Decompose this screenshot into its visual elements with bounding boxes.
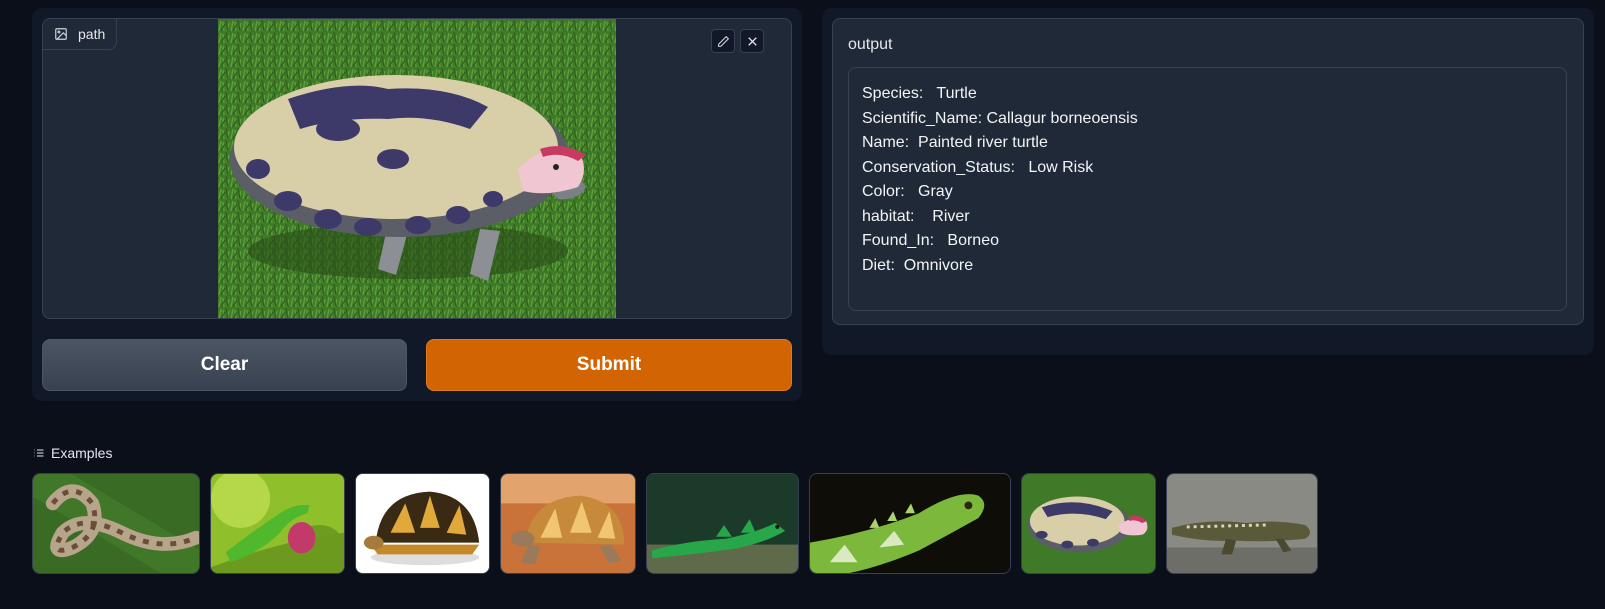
output-textbox[interactable]: Species: Turtle Scientific_Name: Callagu… (848, 67, 1567, 311)
example-iguana[interactable] (809, 473, 1011, 574)
star-tortoise-thumbnail (356, 474, 489, 573)
output-line-species: Species: Turtle (862, 85, 977, 102)
image-label: path (43, 19, 118, 50)
example-star-tortoise[interactable] (355, 473, 490, 574)
edit-button[interactable] (711, 29, 735, 53)
submit-button[interactable]: Submit (426, 339, 792, 391)
remove-image-button[interactable] (740, 29, 764, 53)
radiated-tortoise-thumbnail (501, 474, 635, 573)
output-line-diet: Diet: Omnivore (862, 256, 974, 274)
pencil-icon (717, 35, 729, 47)
examples-header: Examples (33, 445, 112, 461)
uploaded-turtle-image (218, 19, 616, 318)
example-green-basilisk[interactable] (646, 473, 799, 574)
image-upload[interactable]: path (42, 18, 792, 319)
output-line-habitat: habitat: River (862, 207, 970, 225)
output-line-found-in: Found_In: Borneo (862, 232, 999, 249)
crocodile-thumbnail (1167, 474, 1317, 573)
examples-label: Examples (51, 445, 113, 461)
clear-button[interactable]: Clear (42, 339, 407, 391)
iguana-thumbnail (810, 474, 1010, 573)
output-line-scientific-name: Scientific_Name: Callagur borneoensis (862, 109, 1138, 127)
example-green-anole[interactable] (210, 473, 345, 574)
image-icon (55, 28, 67, 40)
snake-thumbnail (33, 474, 199, 573)
example-radiated-tortoise[interactable] (500, 473, 636, 574)
output-panel: output Species: Turtle Scientific_Name: … (822, 8, 1594, 355)
basilisk-thumbnail (647, 474, 798, 573)
close-icon (747, 36, 757, 46)
painted-turtle-thumbnail (1022, 474, 1155, 573)
input-panel: path Clear Submit (32, 8, 802, 401)
output-container: output Species: Turtle Scientific_Name: … (832, 18, 1584, 325)
example-snake[interactable] (32, 473, 200, 574)
example-painted-turtle[interactable] (1021, 473, 1156, 574)
image-label-text: path (78, 26, 106, 42)
output-line-name: Name: Painted river turtle (862, 134, 1048, 151)
example-crocodile[interactable] (1166, 473, 1318, 574)
output-line-color: Color: Gray (862, 183, 953, 200)
anole-thumbnail (211, 474, 344, 573)
output-line-conservation-status: Conservation_Status: Low Risk (862, 158, 1094, 176)
list-icon (34, 449, 44, 457)
output-label: output (848, 36, 893, 53)
